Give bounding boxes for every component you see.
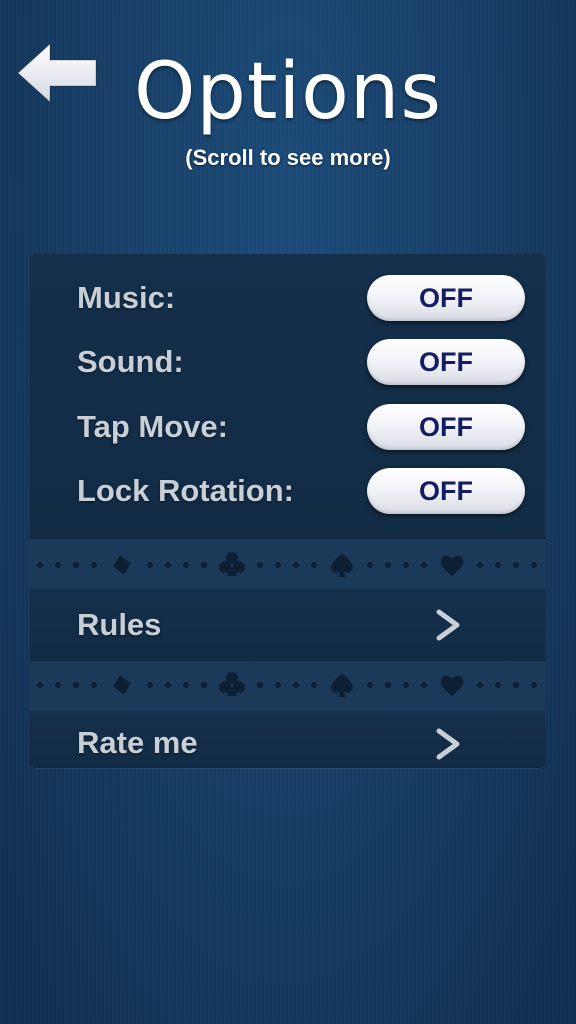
tap-move-toggle[interactable]: OFF	[367, 404, 525, 450]
lock-rotation-toggle[interactable]: OFF	[367, 468, 525, 514]
rules-label: Rules	[77, 607, 162, 642]
diamond-icon	[113, 555, 131, 575]
suit-divider	[30, 539, 545, 589]
tap-move-label: Tap Move:	[77, 409, 228, 444]
scroll-hint: (Scroll to see more)	[185, 145, 391, 170]
music-label: Music:	[77, 280, 176, 315]
sound-label: Sound:	[77, 344, 184, 379]
spade-icon	[331, 673, 353, 697]
music-toggle[interactable]: OFF	[367, 275, 525, 321]
rules-row[interactable]: Rules	[30, 589, 545, 661]
heart-icon	[440, 675, 464, 696]
diamond-icon	[113, 675, 131, 695]
toggle-section: Music: OFF Sound: OFF Tap Move: OFF Lock…	[30, 254, 545, 537]
chevron-right-icon	[433, 609, 463, 641]
music-row: Music: OFF	[30, 266, 545, 330]
rate-me-row[interactable]: Rate me	[30, 711, 545, 768]
sound-row: Sound: OFF	[30, 330, 545, 394]
lock-rotation-row: Lock Rotation: OFF	[30, 459, 545, 523]
back-arrow-icon	[17, 42, 97, 104]
chevron-right-icon	[433, 728, 463, 760]
suit-divider	[30, 661, 545, 711]
club-icon	[219, 672, 245, 696]
page-title: Options	[134, 47, 442, 137]
spade-icon	[331, 553, 353, 577]
lock-rotation-label: Lock Rotation:	[77, 473, 294, 508]
club-icon	[219, 552, 245, 576]
options-panel: Music: OFF Sound: OFF Tap Move: OFF Lock…	[30, 254, 545, 768]
rate-me-label: Rate me	[77, 725, 198, 760]
sound-toggle[interactable]: OFF	[367, 339, 525, 385]
heart-icon	[440, 555, 464, 576]
back-button[interactable]	[14, 40, 102, 106]
tap-move-row: Tap Move: OFF	[30, 395, 545, 459]
